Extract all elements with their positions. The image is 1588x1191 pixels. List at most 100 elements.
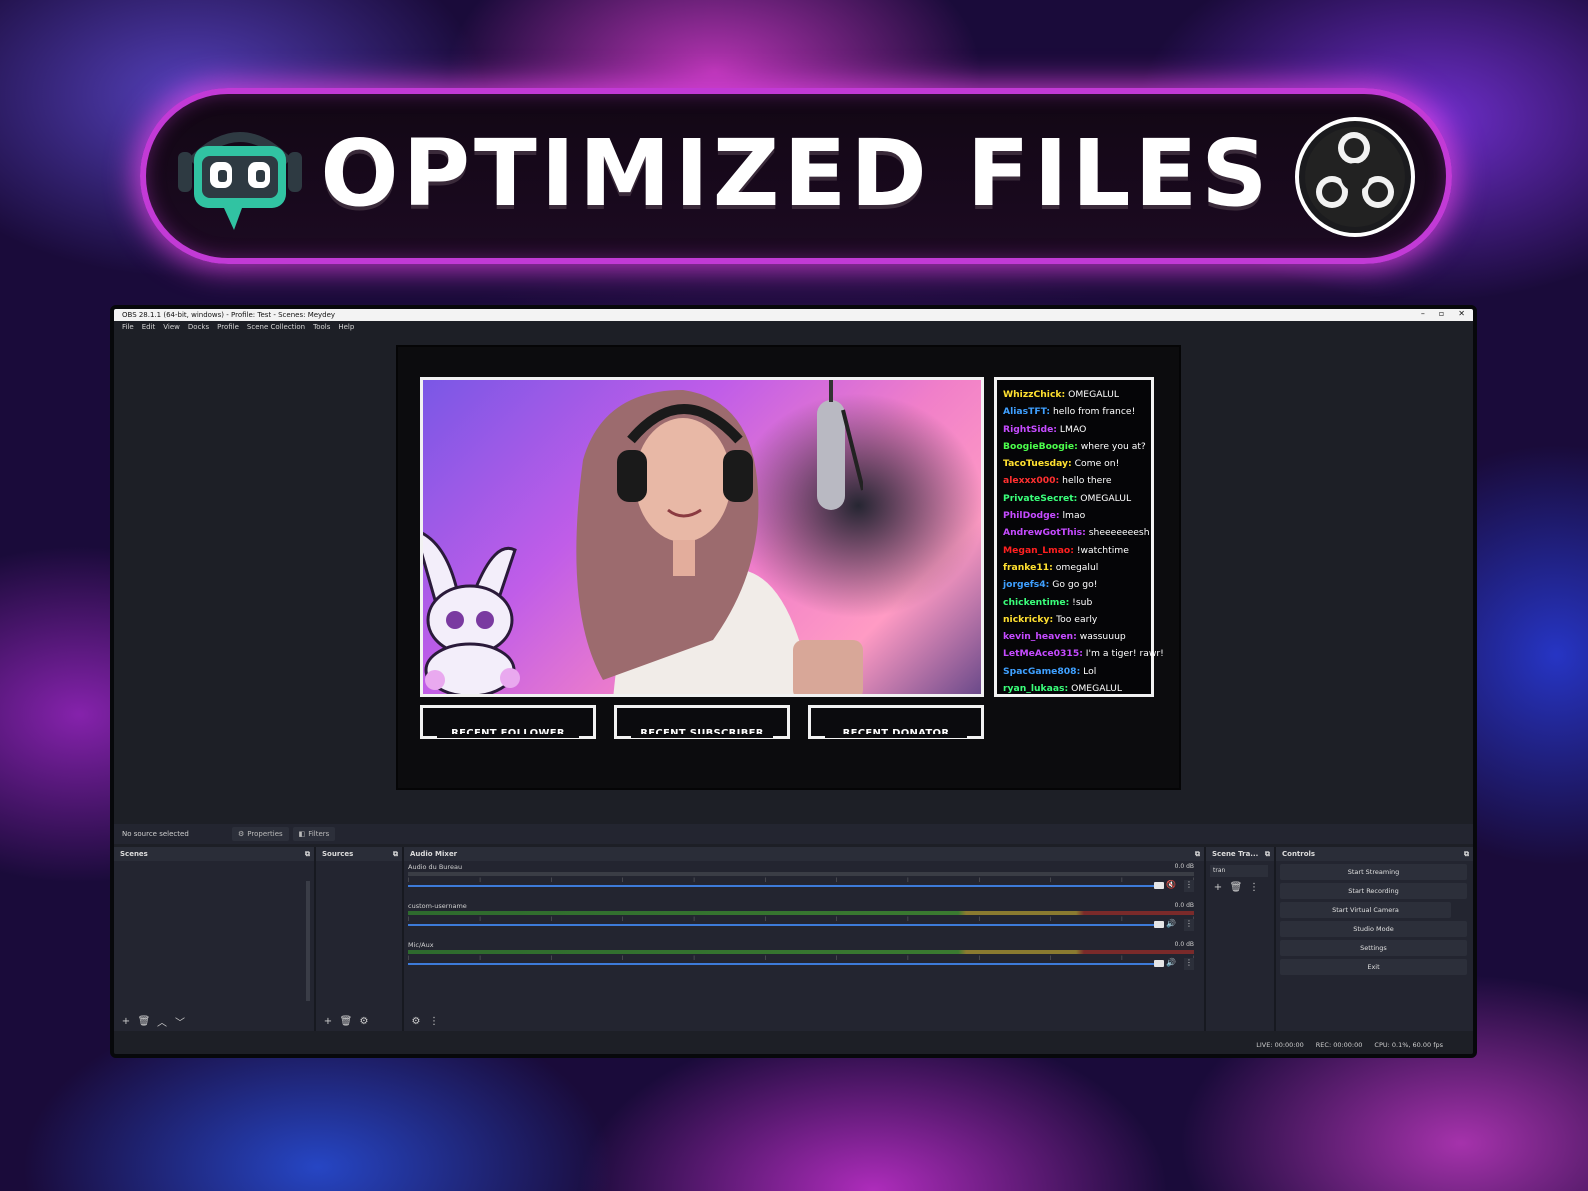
undock-icon[interactable]: ⧉ (1195, 850, 1200, 859)
chat-username: TacoTuesday: (1003, 458, 1072, 470)
channel-menu-icon[interactable]: ⋮ (1184, 919, 1194, 931)
chat-text: OMEGALUL (1077, 492, 1132, 504)
start-streaming-button[interactable]: Start Streaming (1280, 864, 1467, 880)
cpu-status: CPU: 0.1%, 60.00 fps (1374, 1041, 1443, 1049)
add-transition-icon[interactable]: + (1212, 881, 1224, 893)
audio-mixer-title: Audio Mixer (410, 850, 458, 858)
bunny-mascot (423, 531, 520, 694)
transition-menu-icon[interactable]: ⋮ (1248, 881, 1260, 893)
chat-text: sheeeeeeesh (1085, 527, 1150, 539)
volume-slider[interactable] (408, 924, 1158, 926)
chat-message: PhilDodge: lmao (1003, 507, 1151, 524)
menu-view[interactable]: View (163, 323, 180, 331)
undock-icon[interactable]: ⧉ (393, 850, 398, 859)
undock-icon[interactable]: ⧉ (305, 850, 310, 859)
banner-title: OPTIMIZED FILES (320, 120, 1272, 227)
add-scene-icon[interactable]: + (120, 1015, 132, 1027)
speaker-icon[interactable]: 🔊 (1166, 958, 1176, 967)
stream-preview-canvas[interactable]: WhizzChick: OMEGALUL AliasTFT: hello from… (396, 345, 1181, 790)
volume-slider-handle[interactable] (1154, 960, 1164, 967)
speaker-icon[interactable]: 🔊 (1166, 919, 1176, 928)
menu-tools[interactable]: Tools (313, 323, 330, 331)
chat-text: I'm a tiger! rawr! (1082, 648, 1164, 660)
chat-text: OMEGALUL (1068, 683, 1122, 695)
muted-speaker-icon[interactable]: 🔇 (1166, 880, 1176, 889)
transition-select[interactable]: tran (1210, 865, 1268, 877)
start-recording-button[interactable]: Start Recording (1280, 883, 1467, 899)
mixer-menu-icon[interactable]: ⋮ (428, 1015, 440, 1027)
chat-username: nickricky: (1003, 613, 1054, 625)
source-settings-icon[interactable]: ⚙ (358, 1015, 370, 1027)
menu-edit[interactable]: Edit (142, 323, 156, 331)
source-status: No source selected (122, 830, 189, 838)
close-icon[interactable]: ✕ (1458, 309, 1465, 318)
start-virtual-camera-button[interactable]: Start Virtual Camera (1280, 902, 1451, 918)
mixer-settings-icon[interactable]: ⚙ (410, 1015, 422, 1027)
transition-actions: + 🗑 ⋮ (1206, 877, 1274, 897)
volume-slider-handle[interactable] (1154, 882, 1164, 889)
filter-icon: ◧ (298, 830, 306, 838)
chat-username: BoogieBoogie: (1003, 440, 1078, 452)
chat-text: where you at? (1077, 440, 1146, 452)
chat-username: Megan_Lmao: (1003, 544, 1074, 556)
undock-icon[interactable]: ⧉ (1265, 850, 1270, 859)
move-down-icon[interactable]: ﹀ (174, 1015, 186, 1029)
channel-db: 0.0 dB (1174, 941, 1194, 948)
chat-message: BoogieBoogie: where you at? (1003, 438, 1151, 455)
chat-message: franke11: omegalul (1003, 559, 1151, 576)
remove-scene-icon[interactable]: 🗑 (138, 1015, 151, 1027)
properties-label: Properties (247, 830, 283, 838)
properties-button[interactable]: ⚙ Properties (232, 827, 289, 841)
source-toolbar: No source selected ⚙ Properties ◧ Filter… (114, 824, 1473, 844)
chat-text: wassuuup (1076, 631, 1126, 643)
chat-message: Megan_Lmao: !watchtime (1003, 542, 1151, 559)
preview-area[interactable]: WhizzChick: OMEGALUL AliasTFT: hello from… (114, 333, 1473, 824)
channel-db: 0.0 dB (1174, 863, 1194, 870)
menu-help[interactable]: Help (338, 323, 354, 331)
remove-source-icon[interactable]: 🗑 (340, 1015, 353, 1027)
add-source-icon[interactable]: + (322, 1015, 334, 1027)
mixer-channel: custom-username 0.0 dB |||||||||||| 🔊 ⋮ (404, 900, 1204, 939)
menu-scene-collection[interactable]: Scene Collection (247, 323, 305, 331)
chat-message: PrivateSecret: OMEGALUL (1003, 490, 1151, 507)
scene-transitions-title: Scene Tra... (1212, 850, 1259, 858)
filters-button[interactable]: ◧ Filters (292, 827, 336, 841)
chat-text: LMAO (1056, 423, 1087, 435)
minimize-icon[interactable]: – (1421, 309, 1425, 318)
chat-box: WhizzChick: OMEGALUL AliasTFT: hello from… (994, 377, 1164, 697)
gear-icon: ⚙ (238, 830, 245, 838)
chat-message: jorgefs4: Go go go! (1003, 576, 1151, 593)
mixer-channel: Audio du Bureau 0.0 dB |||||||||||| 🔇 ⋮ (404, 861, 1204, 900)
scenes-scrollbar[interactable] (306, 881, 310, 1001)
meter-ticks: |||||||||||| (408, 955, 1194, 960)
settings-button[interactable]: Settings (1280, 940, 1467, 956)
channel-name: custom-username (408, 902, 467, 910)
menu-profile[interactable]: Profile (217, 323, 239, 331)
sources-dock: Sources ⧉ + 🗑 ⚙ (316, 847, 402, 1031)
chat-message: AliasTFT: hello from france! (1003, 403, 1151, 420)
maximize-icon[interactable]: ▫ (1439, 309, 1444, 318)
chat-message: RightSide: LMAO (1003, 421, 1151, 438)
move-up-icon[interactable]: ︿ (156, 1015, 168, 1029)
chat-text: !watchtime (1073, 544, 1129, 556)
studio-mode-button[interactable]: Studio Mode (1280, 921, 1467, 937)
remove-transition-icon[interactable]: 🗑 (1230, 881, 1243, 893)
recent-donator-box: RECENT DONATOR (808, 705, 984, 739)
scenes-dock: Scenes ⧉ + 🗑 ︿ ﹀ (114, 847, 314, 1031)
channel-db: 0.0 dB (1174, 902, 1194, 909)
undock-icon[interactable]: ⧉ (1464, 850, 1469, 859)
channel-menu-icon[interactable]: ⋮ (1184, 880, 1194, 892)
title-bar: OBS 28.1.1 (64-bit, windows) - Profile: … (114, 309, 1473, 321)
chat-message: SpacGame808: Lol (1003, 663, 1151, 680)
channel-menu-icon[interactable]: ⋮ (1184, 958, 1194, 970)
menu-file[interactable]: File (122, 323, 134, 331)
channel-name: Audio du Bureau (408, 863, 463, 871)
menu-docks[interactable]: Docks (188, 323, 209, 331)
volume-meter (408, 911, 1194, 915)
exit-button[interactable]: Exit (1280, 959, 1467, 975)
volume-slider-handle[interactable] (1154, 921, 1164, 928)
volume-slider[interactable] (408, 885, 1158, 887)
recent-follower-box: RECENT FOLLOWER (420, 705, 596, 739)
volume-slider[interactable] (408, 963, 1158, 965)
chat-username: PrivateSecret: (1003, 492, 1078, 504)
